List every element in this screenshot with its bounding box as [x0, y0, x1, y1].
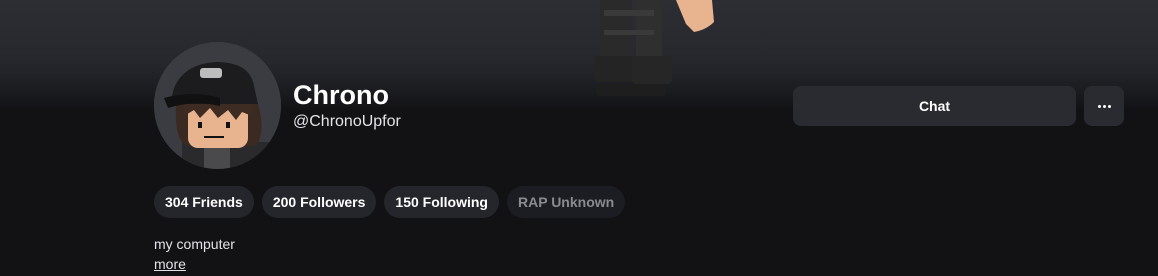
display-name: Chrono	[293, 80, 389, 110]
more-options-button[interactable]	[1084, 86, 1124, 126]
profile-stats: 304 Friends 200 Followers 150 Following …	[154, 186, 626, 218]
username: @ChronoUpfor	[293, 113, 401, 130]
chat-button[interactable]: Chat	[793, 86, 1076, 126]
followers-count-pill[interactable]: 200 Followers	[261, 186, 377, 218]
avatar-headshot-image	[154, 42, 281, 169]
ellipsis-icon	[1097, 104, 1111, 108]
friends-count-pill[interactable]: 304 Friends	[154, 186, 254, 218]
bio-more-link[interactable]: more	[154, 256, 186, 272]
rap-pill: RAP Unknown	[507, 186, 626, 218]
avatar[interactable]	[154, 42, 281, 169]
avatar-legs-image	[594, 0, 714, 96]
following-count-pill[interactable]: 150 Following	[384, 186, 499, 218]
profile-bio: my computer	[154, 236, 235, 252]
